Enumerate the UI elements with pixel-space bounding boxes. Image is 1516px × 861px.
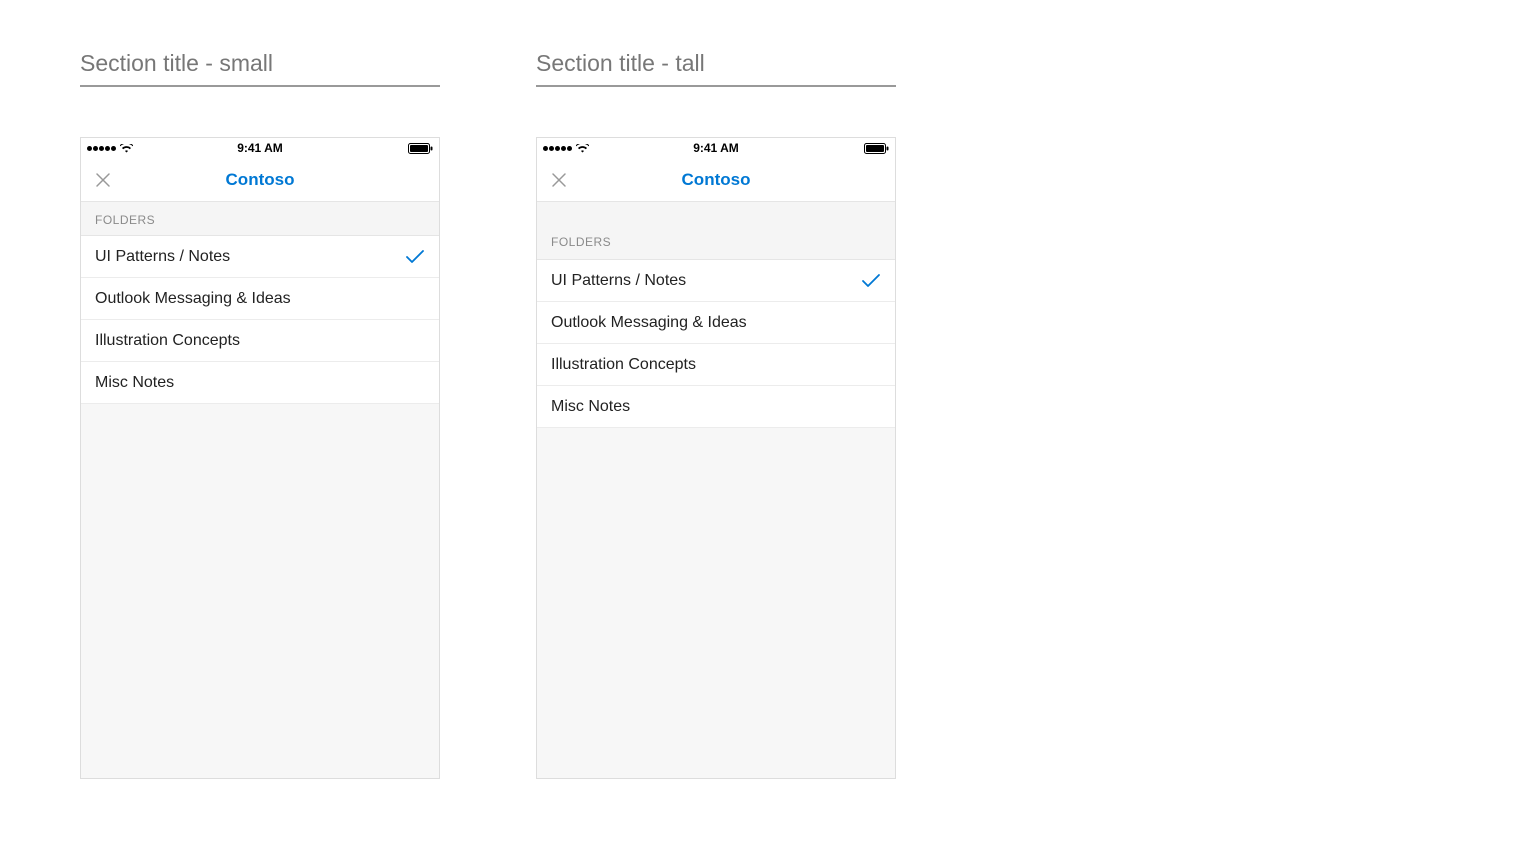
folder-item[interactable]: Misc Notes — [537, 386, 895, 428]
status-bar: 9:41 AM — [81, 138, 439, 158]
nav-title: Contoso — [226, 170, 295, 190]
folder-item[interactable]: Outlook Messaging & Ideas — [537, 302, 895, 344]
spec-title-small: Section title - small — [80, 50, 440, 87]
empty-area — [81, 404, 439, 778]
checkmark-icon — [861, 273, 881, 289]
folder-item[interactable]: Misc Notes — [81, 362, 439, 404]
close-button[interactable] — [91, 168, 115, 192]
nav-bar: Contoso — [81, 158, 439, 202]
signal-dots-icon — [87, 146, 116, 151]
folder-item[interactable]: UI Patterns / Notes — [537, 260, 895, 302]
folder-item-label: UI Patterns / Notes — [551, 272, 686, 290]
folder-item-label: Misc Notes — [95, 374, 174, 392]
status-bar: 9:41 AM — [537, 138, 895, 158]
folder-section-header: FOLDERS — [81, 202, 439, 236]
phone-mockup-small: 9:41 AM Contoso FOLDERS UI Patterns / No… — [80, 137, 440, 779]
folder-item[interactable]: Outlook Messaging & Ideas — [81, 278, 439, 320]
nav-title: Contoso — [682, 170, 751, 190]
empty-area — [537, 428, 895, 778]
folder-item-label: UI Patterns / Notes — [95, 248, 230, 266]
spec-title-tall: Section title - tall — [536, 50, 896, 87]
folder-item-label: Outlook Messaging & Ideas — [95, 290, 291, 308]
folder-item-label: Misc Notes — [551, 398, 630, 416]
close-button[interactable] — [547, 168, 571, 192]
folder-item[interactable]: UI Patterns / Notes — [81, 236, 439, 278]
wifi-icon — [120, 144, 133, 153]
wifi-icon — [576, 144, 589, 153]
status-time: 9:41 AM — [693, 141, 739, 155]
checkmark-icon — [405, 249, 425, 265]
status-time: 9:41 AM — [237, 141, 283, 155]
battery-icon — [408, 143, 433, 154]
folder-item[interactable]: Illustration Concepts — [81, 320, 439, 362]
folder-item[interactable]: Illustration Concepts — [537, 344, 895, 386]
phone-mockup-tall: 9:41 AM Contoso FOLDERS UI Patterns / No… — [536, 137, 896, 779]
folder-item-label: Illustration Concepts — [551, 356, 696, 374]
folder-item-label: Illustration Concepts — [95, 332, 240, 350]
nav-bar: Contoso — [537, 158, 895, 202]
folder-section-header: FOLDERS — [537, 202, 895, 260]
battery-icon — [864, 143, 889, 154]
signal-dots-icon — [543, 146, 572, 151]
folder-item-label: Outlook Messaging & Ideas — [551, 314, 747, 332]
